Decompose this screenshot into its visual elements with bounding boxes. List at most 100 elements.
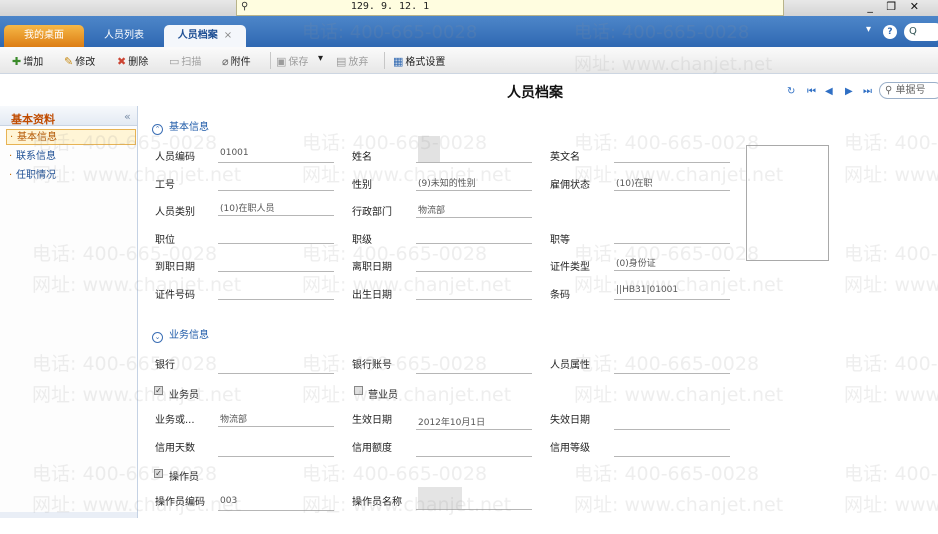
grade-field[interactable] (614, 229, 730, 244)
business-dept-label: 业务或... (155, 415, 195, 426)
paperclip-icon: ⌀ (222, 55, 229, 68)
onboard-date-field[interactable] (218, 257, 334, 272)
gender-field[interactable]: (9)未知的性别 (416, 176, 532, 191)
format-settings-button[interactable]: ▦ 格式设置 (393, 53, 445, 69)
operator-checkbox[interactable]: ✓ (154, 469, 163, 478)
sidebar-item-basic[interactable]: 基本信息 (6, 129, 136, 146)
person-attribute-field[interactable] (614, 359, 730, 374)
tab-person-list[interactable]: 人员列表 (88, 25, 160, 47)
save-dropdown-icon[interactable]: ▾ (318, 53, 323, 69)
name-label: 姓名 (352, 152, 372, 163)
add-label: 增加 (23, 57, 44, 68)
employ-status-field[interactable]: (10)在职 (614, 176, 730, 191)
delete-button[interactable]: ✖ 删除 (117, 53, 148, 69)
bank-field[interactable] (218, 359, 334, 374)
save-icon: ▣ (276, 55, 287, 68)
edit-button[interactable]: ✎ 修改 (64, 53, 95, 69)
clerk-checkbox[interactable] (354, 386, 363, 395)
page-title: 人员档案 (507, 85, 563, 101)
clerk-label: 营业员 (368, 390, 398, 401)
credit-level-label: 信用等级 (550, 443, 590, 454)
collapse-icon[interactable]: « (124, 110, 131, 123)
window-titlebar: ⚲ 129. 9. 12. 1 _ ❐ ✕ (0, 0, 938, 16)
grade-label: 职等 (550, 235, 570, 246)
bank-account-label: 银行账号 (352, 360, 392, 371)
name-field[interactable] (416, 136, 532, 163)
save-button[interactable]: ▣ 保存 (276, 53, 308, 69)
admin-dept-field[interactable]: 物流部 (416, 203, 532, 218)
section-basic-info[interactable]: ⌃ 基本信息 (152, 118, 209, 135)
operator-name-field[interactable] (416, 487, 532, 510)
work-no-field[interactable] (218, 176, 334, 191)
person-type-label: 人员类别 (155, 207, 195, 218)
next-record-icon[interactable]: ▶ (845, 86, 853, 97)
operator-code-field[interactable]: 003 (218, 496, 334, 511)
birth-date-field[interactable] (416, 285, 532, 300)
window-controls[interactable]: _ ❐ ✕ (867, 0, 924, 13)
collapse-down-icon[interactable]: ⌄ (152, 332, 163, 343)
help-icon[interactable]: ? (883, 25, 897, 39)
salesman-checkbox[interactable]: ✓ (154, 386, 163, 395)
tab-bar: 我的桌面 人员列表 人员档案 × ▾ ? Q (0, 16, 938, 47)
scan-label: 扫描 (181, 57, 202, 68)
rank-label: 职级 (352, 235, 372, 246)
page-header: 人员档案 ↻ ⏮ ◀ ▶ ⏭ (0, 74, 938, 106)
format-icon: ▦ (393, 55, 404, 68)
rank-field[interactable] (416, 229, 532, 244)
toolbar-divider (270, 52, 271, 69)
refresh-icon[interactable]: ↻ (787, 86, 795, 97)
close-icon[interactable]: × (224, 30, 232, 41)
birth-date-label: 出生日期 (352, 290, 392, 301)
search-icon: Q (909, 26, 917, 37)
add-button[interactable]: ✚ 增加 (12, 53, 43, 69)
person-code-field[interactable]: 01001 (218, 148, 334, 163)
doc-number-search-input[interactable]: ⚲ 单据号 (879, 82, 938, 99)
first-record-icon[interactable]: ⏮ (807, 86, 816, 97)
credit-amount-field[interactable] (416, 442, 532, 457)
english-name-label: 英文名 (550, 152, 580, 163)
operator-name-label: 操作员名称 (352, 497, 402, 508)
id-number-field[interactable] (218, 285, 334, 300)
sidebar-item-employment[interactable]: 任职情况 (6, 168, 136, 184)
attach-button[interactable]: ⌀ 附件 (222, 53, 251, 69)
discard-label: 放弃 (348, 57, 369, 68)
previous-record-icon[interactable]: ◀ (825, 86, 833, 97)
business-dept-field[interactable]: 物流部 (218, 412, 334, 427)
bank-account-field[interactable] (416, 359, 532, 374)
credit-amount-label: 信用额度 (352, 443, 392, 454)
id-type-field[interactable]: (0)身份证 (614, 256, 730, 271)
menu-dropdown-icon[interactable]: ▾ (866, 24, 871, 35)
person-code-label: 人员编码 (155, 152, 195, 163)
sidebar-header: 基本资料 « (0, 106, 137, 126)
id-number-label: 证件号码 (155, 290, 195, 301)
discard-icon: ▤ (336, 55, 347, 68)
format-label: 格式设置 (405, 57, 446, 68)
sidebar-title: 基本资料 (11, 113, 55, 126)
section-business-info[interactable]: ⌄ 业务信息 (152, 326, 209, 343)
sidebar-item-contact[interactable]: 联系信息 (6, 149, 136, 165)
credit-days-field[interactable] (218, 442, 334, 457)
operator-code-label: 操作员编码 (155, 497, 205, 508)
effective-date-field[interactable]: 2012年10月1日 (416, 415, 532, 430)
person-attribute-label: 人员属性 (550, 360, 590, 371)
credit-level-field[interactable] (614, 442, 730, 457)
scan-button[interactable]: ▭ 扫描 (169, 53, 201, 69)
global-search-input[interactable]: Q (904, 23, 938, 41)
tab-person-archive[interactable]: 人员档案 × (164, 25, 246, 47)
expire-date-field[interactable] (614, 415, 730, 430)
position-label: 职位 (155, 235, 175, 246)
leave-date-field[interactable] (416, 257, 532, 272)
tab-label: 人员档案 (177, 30, 218, 41)
english-name-field[interactable] (614, 148, 730, 163)
person-type-field[interactable]: (10)在职人员 (218, 201, 334, 216)
gender-label: 性别 (352, 180, 372, 191)
barcode-field[interactable]: ||HB31|01001 (614, 285, 730, 300)
tab-desktop[interactable]: 我的桌面 (4, 25, 84, 47)
photo-box[interactable] (746, 145, 829, 261)
discard-button[interactable]: ▤ 放弃 (336, 53, 368, 69)
toolbar: ✚ 增加 ✎ 修改 ✖ 删除 ▭ 扫描 ⌀ 附件 ▣ 保存 ▾ ▤ 放弃 ▦ 格式设置 (0, 47, 938, 74)
last-record-icon[interactable]: ⏭ (863, 86, 872, 97)
status-strip (0, 518, 938, 534)
collapse-up-icon[interactable]: ⌃ (152, 124, 163, 135)
position-field[interactable] (218, 229, 334, 244)
